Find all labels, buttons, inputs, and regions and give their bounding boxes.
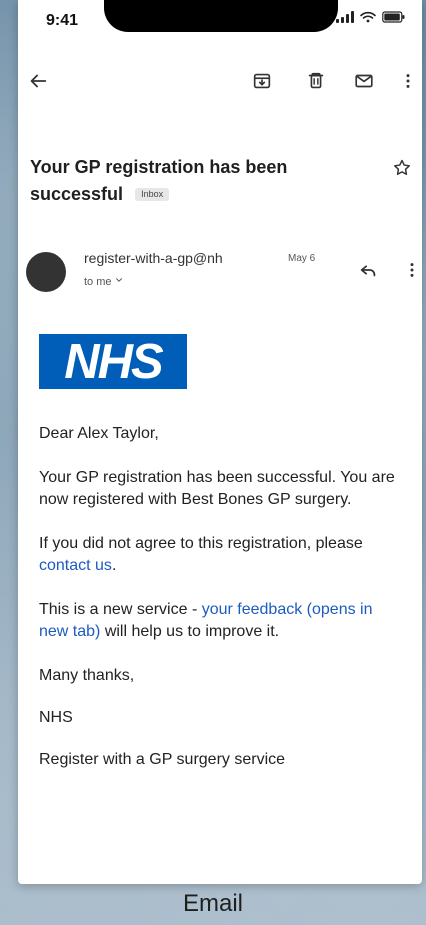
avatar xyxy=(26,252,66,292)
email-toolbar xyxy=(18,66,422,98)
sender-name[interactable]: register-with-a-gp@nh xyxy=(84,250,223,266)
phone-notch xyxy=(104,0,338,32)
contact-us-link[interactable]: contact us xyxy=(39,557,112,574)
signoff: Many thanks, xyxy=(39,667,135,684)
chevron-down-icon xyxy=(114,275,124,288)
email-body: NHS Dear Alex Taylor, Your GP registrati… xyxy=(39,334,401,793)
reply-icon[interactable] xyxy=(354,256,382,284)
star-icon[interactable] xyxy=(388,154,416,182)
status-time: 9:41 xyxy=(46,12,79,29)
signature-service: Register with a GP surgery service xyxy=(39,751,286,768)
subject-line-1: Your GP registration has been xyxy=(30,157,288,177)
contact-message-suffix: . xyxy=(111,557,117,574)
mail-icon[interactable] xyxy=(350,67,378,95)
registration-message: Your GP registration has been successful… xyxy=(39,469,395,508)
more-vertical-icon[interactable] xyxy=(394,67,422,95)
recipient-toggle[interactable]: to me xyxy=(84,275,124,288)
subject-line-2: successful xyxy=(30,184,124,204)
subject-line-2-row: successful Inbox xyxy=(30,181,390,208)
phone-screen: 9:41 Your GP registration has been succe… xyxy=(18,0,422,884)
feedback-message: This is a new service - your feedback (o… xyxy=(39,599,401,643)
contact-message-prefix: If you did not agree to this registratio… xyxy=(39,535,363,552)
recipient-label: to me xyxy=(84,275,112,288)
feedback-message-suffix: will help us to improve it. xyxy=(100,623,280,640)
status-bar: 9:41 xyxy=(18,0,422,44)
more-vertical-icon[interactable] xyxy=(398,256,422,284)
archive-icon[interactable] xyxy=(248,67,276,95)
greeting: Dear Alex Taylor, xyxy=(39,425,159,442)
email-subject: Your GP registration has been successful… xyxy=(30,154,390,208)
nhs-logo: NHS xyxy=(39,334,187,389)
wifi-icon xyxy=(360,11,376,23)
sender-date: May 6 xyxy=(288,253,316,264)
battery-icon xyxy=(382,11,406,23)
inbox-label[interactable]: Inbox xyxy=(135,188,170,201)
signature-nhs: NHS xyxy=(39,709,73,726)
feedback-message-prefix: This is a new service - xyxy=(39,601,202,618)
sender-row: register-with-a-gp@nh May 6 to me xyxy=(24,248,416,296)
contact-message: If you did not agree to this registratio… xyxy=(39,533,401,577)
trash-icon[interactable] xyxy=(302,67,330,95)
arrow-left-icon[interactable] xyxy=(24,67,52,95)
figure-caption: Email xyxy=(182,890,243,917)
status-icons xyxy=(336,11,406,23)
signal-icon xyxy=(336,11,354,23)
